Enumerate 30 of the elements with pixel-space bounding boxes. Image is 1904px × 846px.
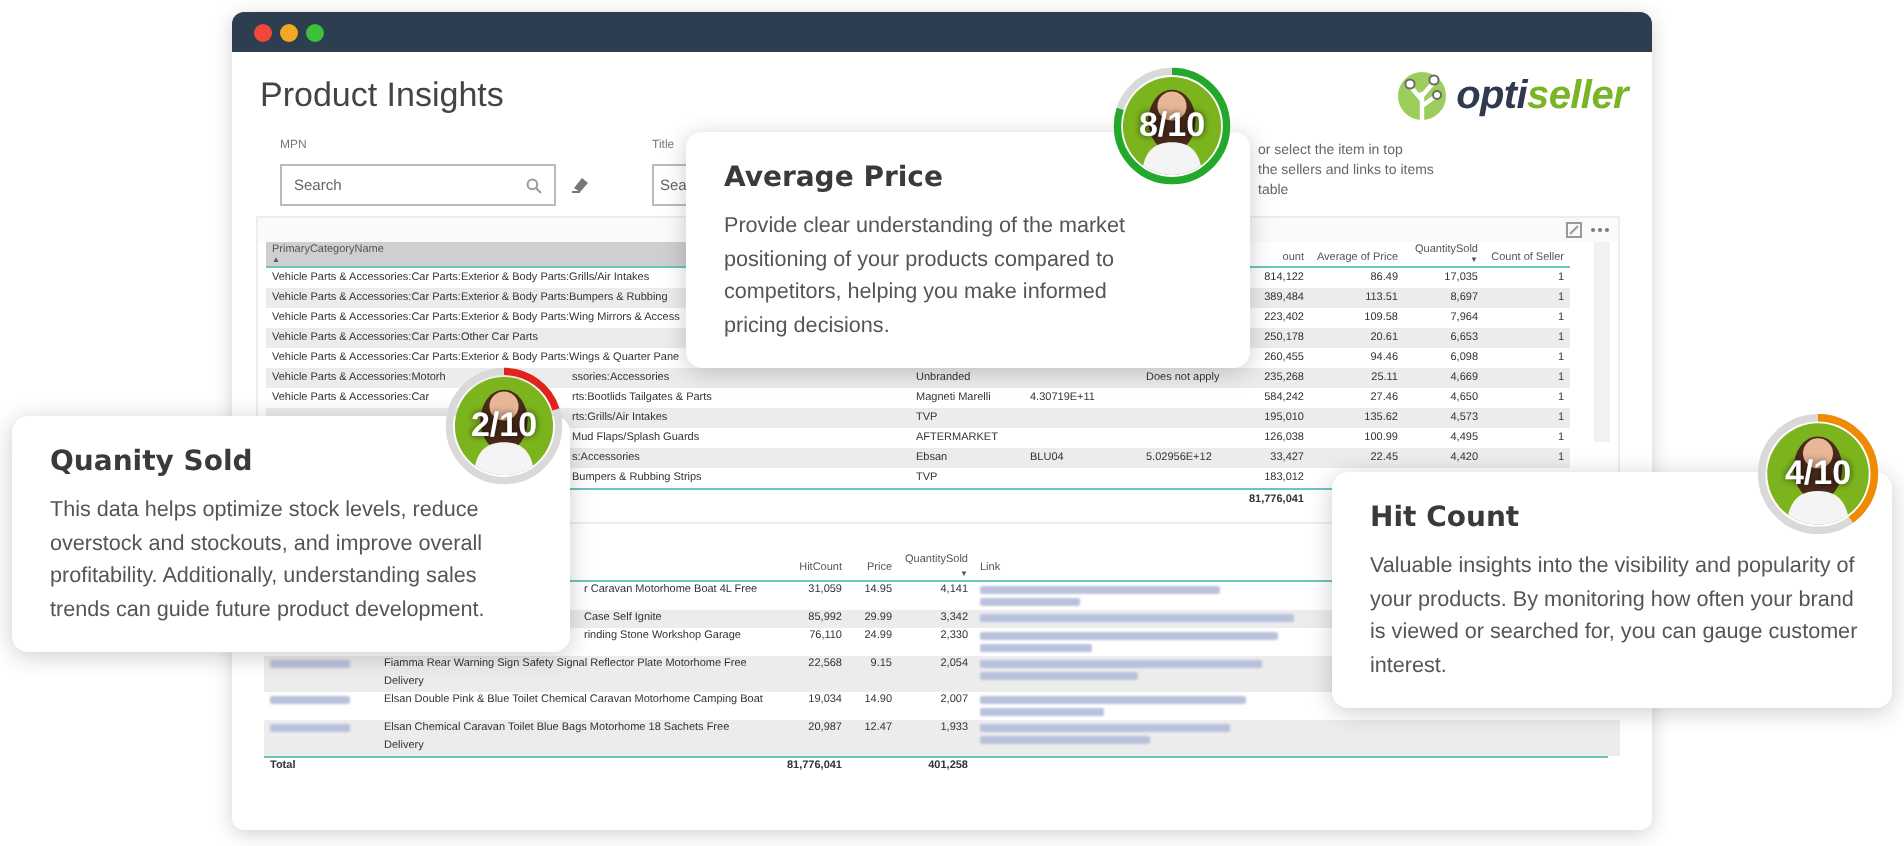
blurred-link[interactable] (980, 672, 1138, 680)
callout-title: Quanity Sold (50, 444, 255, 482)
tree-logo-icon (1396, 68, 1449, 124)
blurred-link[interactable] (980, 696, 1246, 704)
blurred-link[interactable] (980, 586, 1220, 594)
callout-title: Hit Count (1370, 500, 1522, 538)
close-dot-icon[interactable] (254, 23, 272, 41)
minimize-dot-icon[interactable] (280, 23, 298, 41)
blurred-link[interactable] (980, 708, 1104, 716)
page-title: Product Insights (260, 74, 504, 118)
more-options-icon[interactable] (1590, 226, 1610, 234)
callout-text: Provide clear understanding of the market positioning of your products compared to competitors, helping you make informed pricing decisions. (724, 212, 1127, 341)
blurred-link[interactable] (980, 644, 1092, 652)
blurred-mpn (270, 660, 350, 668)
search-icon[interactable] (526, 177, 542, 193)
callout-text: Valuable insights into the visibility and popularity of your products. By monitoring how often your brand is viewed or searched for, you can gauge customer interest. (1370, 552, 1860, 681)
blurred-mpn (270, 724, 350, 732)
eraser-icon[interactable] (570, 174, 590, 194)
blurred-link[interactable] (980, 614, 1294, 622)
logo-wordmark: optiseller (1456, 72, 1628, 122)
callout-title: Average Price (724, 160, 945, 198)
blurred-link[interactable] (980, 660, 1262, 668)
blurred-mpn (270, 696, 350, 704)
callout-text: This data helps optimize stock levels, reduce overstock and stockouts, and improve overall profitability. Additionally, understanding sales trends can guide future product development. (50, 496, 487, 625)
focus-mode-icon[interactable] (1566, 222, 1582, 238)
blurred-link[interactable] (980, 724, 1230, 732)
maximize-dot-icon[interactable] (306, 23, 324, 41)
blurred-link[interactable] (980, 736, 1150, 744)
blurred-link[interactable] (980, 598, 1080, 606)
blurred-link[interactable] (980, 632, 1278, 640)
